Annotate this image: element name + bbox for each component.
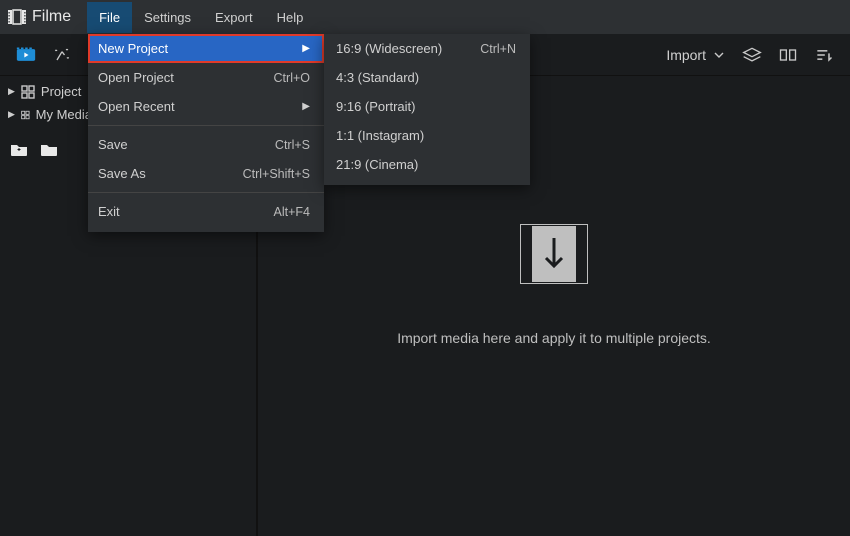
expand-icon: ▶: [8, 86, 15, 97]
menu-separator: [88, 192, 324, 193]
file-menu-dropdown: New Project ▶ Open Project Ctrl+O Open R…: [88, 34, 324, 232]
app-logo: Filme: [8, 8, 71, 26]
menu-help[interactable]: Help: [265, 2, 316, 33]
sort-icon[interactable]: [806, 37, 842, 73]
submenu-item-label: 4:3 (Standard): [336, 70, 419, 85]
submenu-9-16[interactable]: 9:16 (Portrait): [324, 92, 530, 121]
folder-icon[interactable]: [40, 142, 58, 156]
menubar: Filme File Settings Export Help: [0, 0, 850, 34]
submenu-item-label: 16:9 (Widescreen): [336, 41, 442, 56]
menu-open-project[interactable]: Open Project Ctrl+O: [88, 63, 324, 92]
menu-item-label: Exit: [98, 204, 120, 219]
menu-save-as[interactable]: Save As Ctrl+Shift+S: [88, 159, 324, 188]
menu-shortcut: Ctrl+N: [480, 42, 516, 56]
submenu-caret-icon: ▶: [292, 43, 310, 54]
menu-file[interactable]: File: [87, 2, 132, 33]
import-button[interactable]: Import: [656, 43, 734, 67]
menu-export[interactable]: Export: [203, 2, 265, 33]
menu-separator: [88, 125, 324, 126]
menu-exit[interactable]: Exit Alt+F4: [88, 197, 324, 226]
drop-text: Import media here and apply it to multip…: [397, 330, 711, 346]
menu-item-label: Open Recent: [98, 99, 175, 114]
menu-new-project[interactable]: New Project ▶: [88, 34, 324, 63]
filme-logo-icon: [8, 8, 26, 26]
expand-icon: ▶: [8, 109, 15, 120]
menu-item-label: Open Project: [98, 70, 174, 85]
sidebar-item-label: Project: [41, 84, 81, 99]
submenu-16-9[interactable]: 16:9 (Widescreen) Ctrl+N: [324, 34, 530, 63]
sidebar: ▶ Project ▶ My Media: [0, 76, 100, 536]
menu-shortcut: Ctrl+O: [274, 71, 310, 85]
import-media-icon: [520, 224, 588, 284]
menu-open-recent[interactable]: Open Recent ▶: [88, 92, 324, 121]
effects-tab-icon[interactable]: [44, 37, 80, 73]
submenu-item-label: 9:16 (Portrait): [336, 99, 415, 114]
menu-settings[interactable]: Settings: [132, 2, 203, 33]
grid-view-icon[interactable]: [770, 37, 806, 73]
submenu-21-9[interactable]: 21:9 (Cinema): [324, 150, 530, 179]
folder-add-icon[interactable]: [10, 142, 28, 156]
new-project-submenu: 16:9 (Widescreen) Ctrl+N 4:3 (Standard) …: [324, 34, 530, 185]
sidebar-item-project[interactable]: ▶ Project: [0, 80, 100, 103]
submenu-4-3[interactable]: 4:3 (Standard): [324, 63, 530, 92]
layers-icon[interactable]: [734, 37, 770, 73]
grid-icon: [21, 108, 30, 122]
menu-save[interactable]: Save Ctrl+S: [88, 130, 324, 159]
menu-shortcut: Ctrl+Shift+S: [243, 167, 310, 181]
media-tab-icon[interactable]: [8, 37, 44, 73]
submenu-item-label: 21:9 (Cinema): [336, 157, 418, 172]
menu-item-label: Save As: [98, 166, 146, 181]
sidebar-item-my-media[interactable]: ▶ My Media: [0, 103, 100, 126]
sidebar-item-label: My Media: [36, 107, 92, 122]
import-label: Import: [666, 47, 706, 63]
app-name: Filme: [32, 8, 71, 26]
drop-zone[interactable]: Import media here and apply it to multip…: [397, 224, 711, 346]
submenu-item-label: 1:1 (Instagram): [336, 128, 424, 143]
submenu-1-1[interactable]: 1:1 (Instagram): [324, 121, 530, 150]
menu-shortcut: Alt+F4: [274, 205, 310, 219]
menu-item-label: Save: [98, 137, 128, 152]
submenu-caret-icon: ▶: [292, 101, 310, 112]
menu-item-label: New Project: [98, 41, 168, 56]
menu-shortcut: Ctrl+S: [275, 138, 310, 152]
grid-icon: [21, 85, 35, 99]
chevron-down-icon: [714, 52, 724, 58]
